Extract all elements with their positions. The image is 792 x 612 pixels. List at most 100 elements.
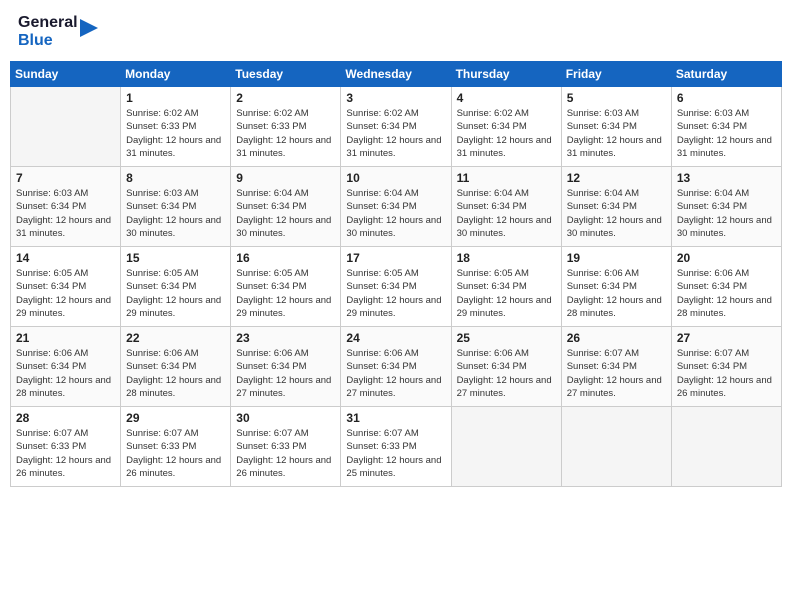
day-info: Sunrise: 6:07 AM Sunset: 6:33 PM Dayligh… <box>126 427 225 480</box>
day-number: 23 <box>236 331 335 345</box>
day-cell: 7 Sunrise: 6:03 AM Sunset: 6:34 PM Dayli… <box>11 167 121 247</box>
day-info: Sunrise: 6:03 AM Sunset: 6:34 PM Dayligh… <box>567 107 666 160</box>
day-info: Sunrise: 6:03 AM Sunset: 6:34 PM Dayligh… <box>677 107 776 160</box>
logo-text-block: General Blue <box>18 14 98 49</box>
day-info: Sunrise: 6:05 AM Sunset: 6:34 PM Dayligh… <box>16 267 115 320</box>
day-number: 25 <box>457 331 556 345</box>
day-info: Sunrise: 6:05 AM Sunset: 6:34 PM Dayligh… <box>346 267 445 320</box>
day-number: 17 <box>346 251 445 265</box>
day-cell: 2 Sunrise: 6:02 AM Sunset: 6:33 PM Dayli… <box>231 87 341 167</box>
week-row-5: 28 Sunrise: 6:07 AM Sunset: 6:33 PM Dayl… <box>11 407 782 487</box>
day-info: Sunrise: 6:04 AM Sunset: 6:34 PM Dayligh… <box>346 187 445 240</box>
day-info: Sunrise: 6:02 AM Sunset: 6:34 PM Dayligh… <box>457 107 556 160</box>
day-info: Sunrise: 6:06 AM Sunset: 6:34 PM Dayligh… <box>16 347 115 400</box>
day-number: 4 <box>457 91 556 105</box>
day-number: 30 <box>236 411 335 425</box>
day-number: 9 <box>236 171 335 185</box>
header-cell-saturday: Saturday <box>671 62 781 87</box>
day-number: 1 <box>126 91 225 105</box>
day-number: 2 <box>236 91 335 105</box>
day-number: 5 <box>567 91 666 105</box>
header-cell-wednesday: Wednesday <box>341 62 451 87</box>
day-cell: 27 Sunrise: 6:07 AM Sunset: 6:34 PM Dayl… <box>671 327 781 407</box>
day-cell: 31 Sunrise: 6:07 AM Sunset: 6:33 PM Dayl… <box>341 407 451 487</box>
day-number: 18 <box>457 251 556 265</box>
day-info: Sunrise: 6:05 AM Sunset: 6:34 PM Dayligh… <box>126 267 225 320</box>
day-info: Sunrise: 6:03 AM Sunset: 6:34 PM Dayligh… <box>16 187 115 240</box>
day-cell <box>11 87 121 167</box>
day-info: Sunrise: 6:03 AM Sunset: 6:34 PM Dayligh… <box>126 187 225 240</box>
day-info: Sunrise: 6:02 AM Sunset: 6:34 PM Dayligh… <box>346 107 445 160</box>
day-number: 13 <box>677 171 776 185</box>
day-cell: 21 Sunrise: 6:06 AM Sunset: 6:34 PM Dayl… <box>11 327 121 407</box>
day-number: 31 <box>346 411 445 425</box>
day-info: Sunrise: 6:07 AM Sunset: 6:34 PM Dayligh… <box>567 347 666 400</box>
day-info: Sunrise: 6:07 AM Sunset: 6:33 PM Dayligh… <box>16 427 115 480</box>
day-info: Sunrise: 6:07 AM Sunset: 6:33 PM Dayligh… <box>236 427 335 480</box>
day-cell: 18 Sunrise: 6:05 AM Sunset: 6:34 PM Dayl… <box>451 247 561 327</box>
day-cell <box>451 407 561 487</box>
day-cell: 28 Sunrise: 6:07 AM Sunset: 6:33 PM Dayl… <box>11 407 121 487</box>
day-number: 3 <box>346 91 445 105</box>
header-cell-friday: Friday <box>561 62 671 87</box>
header-cell-thursday: Thursday <box>451 62 561 87</box>
day-number: 11 <box>457 171 556 185</box>
day-cell: 24 Sunrise: 6:06 AM Sunset: 6:34 PM Dayl… <box>341 327 451 407</box>
day-number: 20 <box>677 251 776 265</box>
week-row-4: 21 Sunrise: 6:06 AM Sunset: 6:34 PM Dayl… <box>11 327 782 407</box>
day-cell: 30 Sunrise: 6:07 AM Sunset: 6:33 PM Dayl… <box>231 407 341 487</box>
day-cell: 29 Sunrise: 6:07 AM Sunset: 6:33 PM Dayl… <box>121 407 231 487</box>
day-cell: 12 Sunrise: 6:04 AM Sunset: 6:34 PM Dayl… <box>561 167 671 247</box>
day-info: Sunrise: 6:02 AM Sunset: 6:33 PM Dayligh… <box>236 107 335 160</box>
day-info: Sunrise: 6:04 AM Sunset: 6:34 PM Dayligh… <box>567 187 666 240</box>
day-cell <box>671 407 781 487</box>
week-row-2: 7 Sunrise: 6:03 AM Sunset: 6:34 PM Dayli… <box>11 167 782 247</box>
day-info: Sunrise: 6:04 AM Sunset: 6:34 PM Dayligh… <box>457 187 556 240</box>
day-cell: 22 Sunrise: 6:06 AM Sunset: 6:34 PM Dayl… <box>121 327 231 407</box>
day-cell: 1 Sunrise: 6:02 AM Sunset: 6:33 PM Dayli… <box>121 87 231 167</box>
day-number: 29 <box>126 411 225 425</box>
day-cell: 14 Sunrise: 6:05 AM Sunset: 6:34 PM Dayl… <box>11 247 121 327</box>
day-cell: 8 Sunrise: 6:03 AM Sunset: 6:34 PM Dayli… <box>121 167 231 247</box>
day-cell: 25 Sunrise: 6:06 AM Sunset: 6:34 PM Dayl… <box>451 327 561 407</box>
day-cell: 5 Sunrise: 6:03 AM Sunset: 6:34 PM Dayli… <box>561 87 671 167</box>
logo-general: General <box>18 14 78 32</box>
day-number: 14 <box>16 251 115 265</box>
header-row: SundayMondayTuesdayWednesdayThursdayFrid… <box>11 62 782 87</box>
day-info: Sunrise: 6:06 AM Sunset: 6:34 PM Dayligh… <box>677 267 776 320</box>
logo-blue: Blue <box>18 32 78 50</box>
header-cell-monday: Monday <box>121 62 231 87</box>
day-info: Sunrise: 6:06 AM Sunset: 6:34 PM Dayligh… <box>567 267 666 320</box>
logo-arrow-icon <box>80 19 98 37</box>
day-info: Sunrise: 6:07 AM Sunset: 6:33 PM Dayligh… <box>346 427 445 480</box>
day-number: 21 <box>16 331 115 345</box>
day-cell <box>561 407 671 487</box>
day-cell: 19 Sunrise: 6:06 AM Sunset: 6:34 PM Dayl… <box>561 247 671 327</box>
day-info: Sunrise: 6:04 AM Sunset: 6:34 PM Dayligh… <box>236 187 335 240</box>
day-info: Sunrise: 6:07 AM Sunset: 6:34 PM Dayligh… <box>677 347 776 400</box>
week-row-3: 14 Sunrise: 6:05 AM Sunset: 6:34 PM Dayl… <box>11 247 782 327</box>
day-number: 12 <box>567 171 666 185</box>
day-number: 6 <box>677 91 776 105</box>
day-cell: 20 Sunrise: 6:06 AM Sunset: 6:34 PM Dayl… <box>671 247 781 327</box>
day-cell: 16 Sunrise: 6:05 AM Sunset: 6:34 PM Dayl… <box>231 247 341 327</box>
day-number: 28 <box>16 411 115 425</box>
calendar-table: SundayMondayTuesdayWednesdayThursdayFrid… <box>10 61 782 487</box>
day-cell: 4 Sunrise: 6:02 AM Sunset: 6:34 PM Dayli… <box>451 87 561 167</box>
day-number: 10 <box>346 171 445 185</box>
day-number: 19 <box>567 251 666 265</box>
day-info: Sunrise: 6:05 AM Sunset: 6:34 PM Dayligh… <box>236 267 335 320</box>
day-number: 8 <box>126 171 225 185</box>
day-number: 16 <box>236 251 335 265</box>
day-info: Sunrise: 6:02 AM Sunset: 6:33 PM Dayligh… <box>126 107 225 160</box>
day-number: 22 <box>126 331 225 345</box>
header-cell-sunday: Sunday <box>11 62 121 87</box>
day-cell: 17 Sunrise: 6:05 AM Sunset: 6:34 PM Dayl… <box>341 247 451 327</box>
day-cell: 10 Sunrise: 6:04 AM Sunset: 6:34 PM Dayl… <box>341 167 451 247</box>
day-info: Sunrise: 6:04 AM Sunset: 6:34 PM Dayligh… <box>677 187 776 240</box>
header-cell-tuesday: Tuesday <box>231 62 341 87</box>
page-header: General Blue <box>10 10 782 53</box>
day-number: 24 <box>346 331 445 345</box>
day-cell: 11 Sunrise: 6:04 AM Sunset: 6:34 PM Dayl… <box>451 167 561 247</box>
day-cell: 9 Sunrise: 6:04 AM Sunset: 6:34 PM Dayli… <box>231 167 341 247</box>
